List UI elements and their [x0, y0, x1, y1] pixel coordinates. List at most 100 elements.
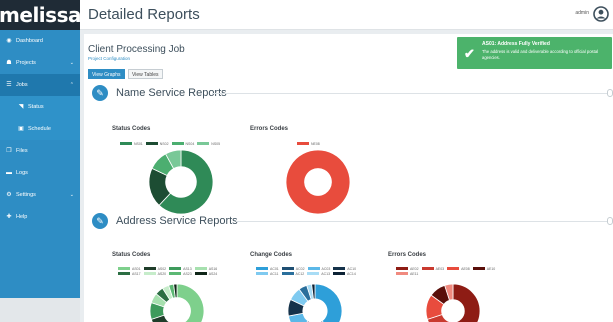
- legend-label: AC14: [347, 271, 356, 276]
- legend-item: AE10: [472, 266, 496, 271]
- sidebar-item-label: Projects: [16, 60, 36, 66]
- legend-swatch: [256, 272, 268, 275]
- chart-name-status: [149, 150, 213, 214]
- view-graphs-button[interactable]: View Graphs: [88, 69, 125, 79]
- divider: [236, 221, 607, 222]
- dashboard-icon: ◉: [6, 38, 12, 44]
- legend-swatch: [281, 272, 294, 275]
- legend-label: AC12: [295, 271, 305, 276]
- legend: AC01 AC02 AC03 AC10 AC11 AC12 AC13 AC14: [256, 266, 368, 276]
- legend-swatch: [120, 142, 132, 145]
- legend-item: AC12: [281, 271, 305, 276]
- legend-label: AS01: [132, 266, 141, 271]
- chevron-up-icon: ⌃: [69, 82, 74, 88]
- legend-label: NS04: [185, 141, 195, 146]
- sidebar-item-label: Schedule: [28, 126, 51, 132]
- files-icon: ❐: [6, 148, 12, 154]
- notification-toast[interactable]: ✔ AS01: Address Fully Verified The addre…: [457, 37, 612, 69]
- legend: AE02 AE03 AE08 AE10 AE11: [396, 266, 514, 276]
- settings-icon: ⚙: [6, 192, 12, 198]
- check-icon: ✔: [464, 46, 475, 61]
- toast-message: The address is valid and deliverable acc…: [482, 49, 599, 60]
- calendar-icon: ▣: [18, 126, 24, 132]
- legend-label: AC03: [321, 266, 331, 271]
- legend-swatch: [333, 272, 346, 275]
- sidebar-item-label: Jobs: [16, 82, 28, 88]
- legend-swatch: [307, 267, 320, 270]
- card-title: Status Codes: [112, 126, 151, 132]
- legend-swatch: [145, 142, 158, 145]
- user-circle-icon[interactable]: [593, 6, 609, 22]
- donut-chart: [150, 284, 204, 322]
- legend-swatch: [194, 272, 207, 275]
- donut-chart: [149, 150, 213, 214]
- rss-icon: ◥: [18, 104, 24, 110]
- chart-address-status: [150, 284, 204, 322]
- sidebar-item-settings[interactable]: ⚙ Settings ⌄: [0, 184, 80, 206]
- address-service-header: ✎ Address Service Reports: [92, 213, 238, 229]
- legend-swatch: [396, 272, 408, 275]
- sidebar-footer: [0, 298, 80, 322]
- sidebar-item-label: Status: [28, 104, 44, 110]
- legend-item: NS01: [120, 141, 143, 146]
- legend-swatch: [333, 267, 346, 270]
- legend-label: AC10: [347, 266, 357, 271]
- top-bar: Detailed Reports admin: [80, 0, 613, 30]
- legend-item: NS04: [171, 141, 195, 146]
- project-configuration-link[interactable]: Project Configuration: [88, 56, 130, 61]
- legend: NE08: [297, 141, 357, 146]
- legend-label: AS24: [208, 271, 218, 276]
- legend-item: AS24: [194, 271, 218, 276]
- user-name[interactable]: admin: [575, 10, 589, 16]
- legend-item: AC11: [256, 271, 279, 276]
- brand-logo[interactable]: melissa: [0, 0, 81, 30]
- donut-chart: [288, 284, 342, 322]
- sidebar-item-label: Files: [16, 148, 28, 154]
- view-tables-button[interactable]: View Tables: [128, 69, 163, 79]
- chart-address-errors: [426, 284, 480, 322]
- projects-icon: ☗: [6, 60, 12, 66]
- sidebar-item-help[interactable]: ✚ Help: [0, 206, 80, 228]
- legend-label: AE08: [461, 266, 470, 271]
- legend-item: AE03: [421, 266, 444, 271]
- donut-slice-ne08[interactable]: [286, 150, 350, 214]
- sidebar-item-schedule[interactable]: ▣ Schedule: [0, 118, 80, 140]
- legend-label: AS17: [132, 271, 141, 276]
- sidebar-item-label: Settings: [16, 192, 36, 198]
- legend-item: AC14: [333, 271, 356, 276]
- legend-item: AS20: [143, 271, 166, 276]
- legend-swatch: [297, 142, 309, 145]
- legend-swatch: [169, 272, 182, 275]
- sidebar-item-status[interactable]: ◥ Status: [0, 96, 80, 118]
- sidebar-item-jobs[interactable]: ☰ Jobs ⌃: [0, 74, 80, 96]
- card-title: Status Codes: [112, 252, 151, 258]
- donut-slice-ac01[interactable]: [314, 284, 342, 322]
- logo-text: melissa: [0, 3, 81, 27]
- main-panel: Client Processing Job Project Configurat…: [84, 34, 613, 322]
- legend-label: AC02: [295, 266, 305, 271]
- legend: AS01 AS02 AS13 AS16 AS17 AS20 AS23 AS24: [118, 266, 230, 276]
- divider: [212, 93, 607, 94]
- sidebar-item-label: Help: [16, 214, 28, 220]
- legend-label: AS23: [183, 271, 192, 276]
- sidebar-item-files[interactable]: ❐ Files: [0, 140, 80, 162]
- sidebar-item-label: Dashboard: [16, 38, 43, 44]
- donut-slice-ae02[interactable]: [452, 284, 480, 322]
- legend-label: AE10: [486, 266, 496, 271]
- legend-swatch: [143, 272, 156, 275]
- collapse-toggle[interactable]: [607, 89, 613, 97]
- sidebar-item-dashboard[interactable]: ◉ Dashboard: [0, 30, 80, 52]
- legend-item: NS05: [197, 141, 220, 146]
- legend-label: NS02: [159, 141, 169, 146]
- legend-label: AS13: [183, 266, 192, 271]
- chart-address-change: [288, 284, 342, 322]
- legend-label: AS02: [157, 266, 167, 271]
- card-title: Change Codes: [250, 252, 293, 258]
- sidebar-item-logs[interactable]: ▬ Logs: [0, 162, 80, 184]
- toast-title: AS01: Address Fully Verified: [482, 41, 550, 47]
- collapse-toggle[interactable]: [607, 217, 613, 225]
- sidebar-item-projects[interactable]: ☗ Projects ⌄: [0, 52, 80, 74]
- legend-item: AE08: [447, 266, 470, 271]
- chart-name-errors: [286, 150, 350, 214]
- card-title: Errors Codes: [388, 252, 427, 258]
